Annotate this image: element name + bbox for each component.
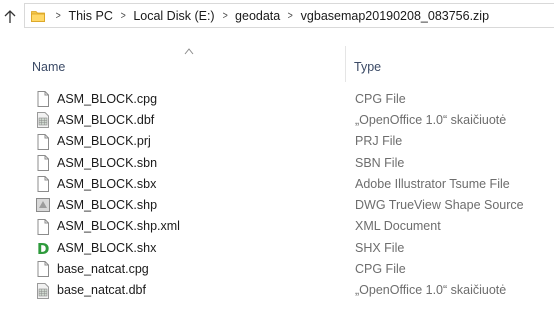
- file-name: ASM_BLOCK.sbx: [57, 176, 157, 191]
- breadcrumb-this-pc[interactable]: This PC: [68, 9, 112, 23]
- file-name: ASM_BLOCK.shx: [57, 240, 157, 255]
- chevron-right-icon[interactable]: >: [121, 10, 126, 22]
- file-type: DWG TrueView Shape Source: [355, 198, 524, 213]
- chevron-right-icon[interactable]: >: [56, 10, 61, 22]
- svg-text:D: D: [37, 240, 49, 256]
- file-type: SBN File: [355, 155, 405, 170]
- file-row[interactable]: ASM_BLOCK.dbf „OpenOffice 1.0“ skaičiuotė: [0, 109, 555, 130]
- blank-file-icon: [35, 133, 51, 150]
- sort-ascending-icon: [184, 48, 194, 55]
- folder-icon: [31, 10, 45, 22]
- file-name: ASM_BLOCK.prj: [57, 134, 151, 149]
- green-d-file-icon: D: [35, 240, 51, 258]
- file-row[interactable]: base_natcat.dbf „OpenOffice 1.0“ skaičiuo…: [0, 280, 555, 301]
- file-row[interactable]: ASM_BLOCK.cpg CPG File: [0, 88, 555, 109]
- file-row[interactable]: ASM_BLOCK.prj PRJ File: [0, 131, 555, 152]
- up-arrow-button[interactable]: [2, 8, 18, 26]
- blank-file-icon: [35, 91, 51, 107]
- blank-file-icon: [35, 154, 51, 171]
- file-row[interactable]: ASM_BLOCK.sbn SBN File: [0, 152, 555, 173]
- file-name: ASM_BLOCK.cpg: [57, 91, 158, 106]
- file-row[interactable]: ASM_BLOCK.shp.xml XML Document: [0, 216, 555, 237]
- chevron-right-icon[interactable]: >: [288, 10, 293, 22]
- file-type: CPG File: [355, 262, 406, 277]
- file-type: Adobe Illustrator Tsume File: [355, 176, 510, 191]
- file-name: ASM_BLOCK.sbn: [57, 155, 158, 170]
- chevron-right-icon[interactable]: >: [222, 10, 227, 22]
- file-name: base_natcat.dbf: [57, 283, 146, 298]
- spreadsheet-file-icon: [35, 282, 51, 299]
- breadcrumb-zip[interactable]: vgbasemap20190208_083756.zip: [301, 9, 489, 23]
- column-header-name[interactable]: Name: [32, 60, 65, 74]
- file-name: ASM_BLOCK.shp.xml: [57, 219, 180, 234]
- blank-file-icon: [35, 218, 51, 235]
- file-row[interactable]: base_natcat.cpg CPG File: [0, 258, 555, 279]
- address-row: > This PC > Local Disk (E:) > geodata > …: [0, 0, 555, 32]
- file-explorer-window: > This PC > Local Disk (E:) > geodata > …: [0, 0, 555, 323]
- file-type: XML Document: [355, 219, 441, 234]
- file-type: „OpenOffice 1.0“ skaičiuotė: [355, 112, 507, 127]
- breadcrumb-geodata[interactable]: geodata: [235, 9, 280, 23]
- file-row[interactable]: ASM_BLOCK.sbx Adobe Illustrator Tsume Fil…: [0, 173, 555, 194]
- address-bar[interactable]: > This PC > Local Disk (E:) > geodata > …: [24, 3, 554, 28]
- file-name: base_natcat.cpg: [57, 262, 149, 277]
- file-list: ASM_BLOCK.cpg CPG File ASM_BLOCK.dbf „OpenO…: [0, 88, 555, 301]
- up-arrow-icon: [4, 10, 16, 23]
- breadcrumb-local-disk[interactable]: Local Disk (E:): [133, 9, 214, 23]
- file-type: CPG File: [355, 91, 406, 106]
- blank-file-icon: [35, 176, 51, 193]
- column-header: [0, 44, 555, 84]
- file-type: PRJ File: [355, 134, 403, 149]
- file-type: SHX File: [355, 240, 405, 255]
- blank-file-icon: [35, 261, 51, 278]
- file-row[interactable]: D ASM_BLOCK.shx SHX File: [0, 237, 555, 258]
- file-type: „OpenOffice 1.0“ skaičiuotė: [355, 283, 507, 298]
- column-divider[interactable]: [345, 46, 346, 82]
- file-name: ASM_BLOCK.shp: [57, 198, 158, 213]
- file-name: ASM_BLOCK.dbf: [57, 112, 155, 127]
- spreadsheet-file-icon: [35, 112, 51, 129]
- column-header-type[interactable]: Type: [354, 60, 381, 74]
- dwg-file-icon: [35, 197, 51, 213]
- file-row[interactable]: ASM_BLOCK.shp DWG TrueView Shape Source: [0, 194, 555, 215]
